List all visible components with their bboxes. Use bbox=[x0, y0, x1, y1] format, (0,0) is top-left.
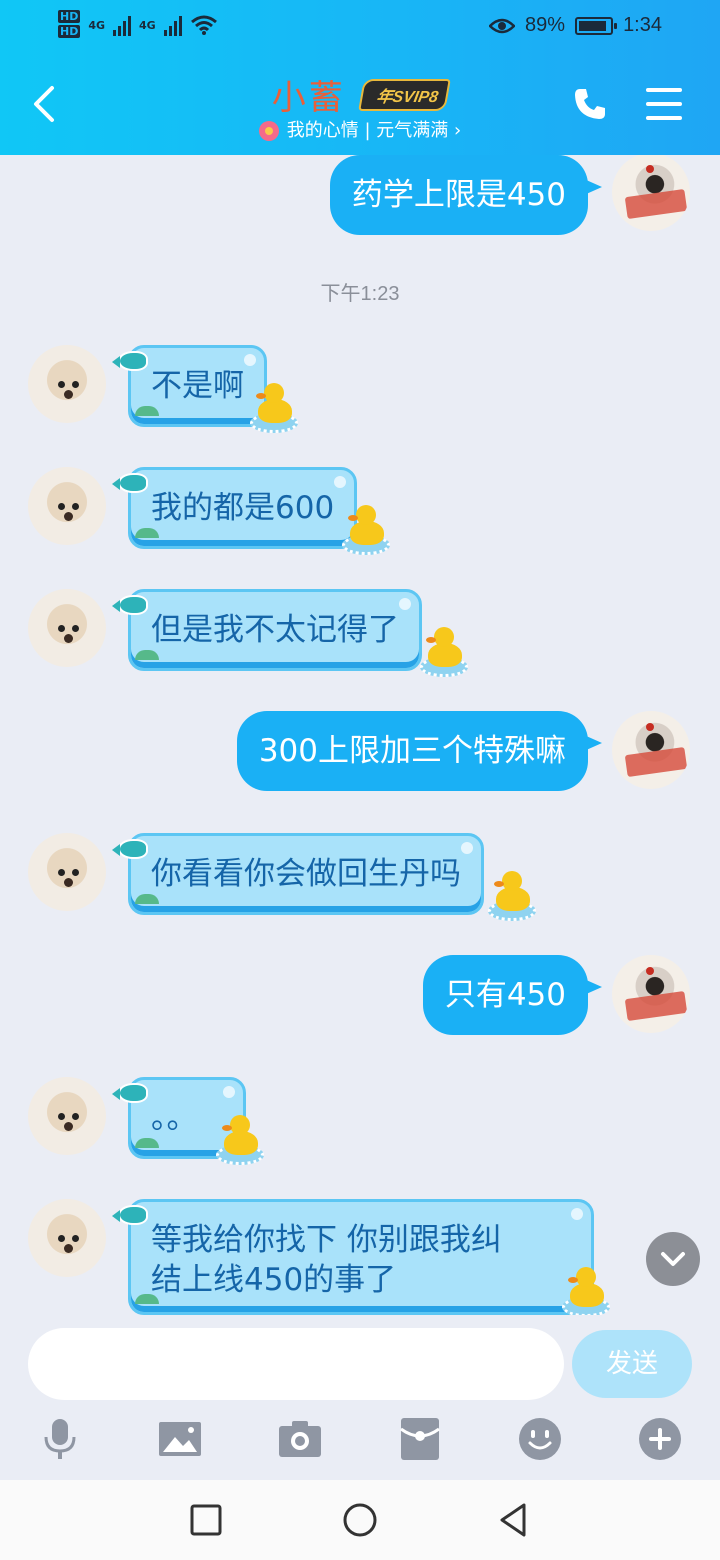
phone-icon[interactable] bbox=[572, 86, 608, 122]
my-avatar[interactable] bbox=[612, 155, 690, 231]
fish-icon bbox=[112, 1205, 148, 1225]
fish-icon bbox=[112, 1083, 148, 1103]
wifi-icon bbox=[190, 15, 217, 35]
wave-decoration bbox=[135, 894, 159, 904]
contact-avatar[interactable] bbox=[28, 833, 106, 911]
duck-icon bbox=[488, 871, 536, 921]
message-text: 但是我不太记得了 bbox=[151, 612, 399, 648]
bubble-decoration bbox=[244, 354, 256, 366]
contact-name: 小蓄 bbox=[271, 78, 346, 118]
composer-toolbar bbox=[0, 1417, 720, 1467]
chevron-down-icon bbox=[661, 1252, 685, 1266]
mood-icon bbox=[258, 121, 279, 141]
message-bubble-received[interactable]: 等我给你找下 你别跟我纠 结上线450的事了 bbox=[128, 1199, 594, 1315]
scroll-to-bottom-button[interactable] bbox=[646, 1232, 700, 1286]
hd-indicator: HD HD bbox=[58, 10, 81, 40]
recent-apps-icon[interactable] bbox=[186, 1500, 226, 1540]
image-icon[interactable] bbox=[158, 1417, 202, 1461]
network-type-1: 4G bbox=[88, 18, 106, 32]
message-bubble-received[interactable]: 但是我不太记得了 bbox=[128, 589, 422, 671]
camera-icon[interactable] bbox=[278, 1417, 322, 1461]
chat-title[interactable]: 小蓄 年SVIP8 bbox=[0, 70, 720, 119]
emoji-icon[interactable] bbox=[518, 1417, 562, 1461]
fish-icon bbox=[112, 839, 148, 859]
bubble-decoration bbox=[334, 476, 347, 488]
message-text-line-2: 结上线450的事了 bbox=[151, 1262, 397, 1298]
fish-icon bbox=[112, 595, 148, 615]
duck-icon bbox=[420, 627, 468, 677]
duck-icon bbox=[216, 1115, 264, 1165]
message-bubble-received[interactable]: 你看看你会做回生丹吗 bbox=[128, 833, 484, 915]
plus-icon[interactable] bbox=[638, 1417, 682, 1461]
contact-avatar[interactable] bbox=[28, 345, 106, 423]
bubble-decoration bbox=[461, 842, 473, 854]
contact-avatar[interactable] bbox=[28, 467, 106, 545]
contact-avatar[interactable] bbox=[28, 1199, 106, 1277]
message-bubble-sent[interactable]: 300上限加三个特殊嘛 bbox=[236, 711, 603, 791]
message-bubble-received[interactable]: 我的都是600 bbox=[128, 467, 358, 549]
clock: 1:34 bbox=[623, 14, 662, 36]
duck-icon bbox=[250, 383, 298, 433]
composer: 发送 bbox=[0, 1315, 720, 1480]
send-button[interactable]: 发送 bbox=[572, 1330, 692, 1398]
battery-icon bbox=[575, 16, 618, 35]
menu-icon[interactable] bbox=[646, 88, 682, 120]
battery-level bbox=[579, 20, 606, 31]
message-text: 我的都是600 bbox=[151, 490, 335, 526]
message-input[interactable] bbox=[28, 1328, 564, 1400]
bubble-decoration bbox=[223, 1086, 235, 1098]
signal-icon bbox=[163, 14, 182, 36]
svip-badge: 年SVIP8 bbox=[358, 78, 452, 111]
mic-icon[interactable] bbox=[38, 1417, 82, 1461]
bubble-decoration bbox=[571, 1208, 583, 1220]
message-text: 不是啊 bbox=[151, 368, 244, 404]
my-avatar[interactable] bbox=[612, 955, 690, 1033]
message-text: 你看看你会做回生丹吗 bbox=[151, 856, 461, 892]
wave-decoration bbox=[135, 1294, 159, 1304]
contact-avatar[interactable] bbox=[28, 1077, 106, 1155]
chat-header: HD HD 4G 4G 89% 1:34 小蓄 年SVIP8 我的心情 | 元气… bbox=[0, 0, 720, 155]
system-nav-bar bbox=[0, 1480, 720, 1560]
back-nav-icon[interactable] bbox=[494, 1500, 534, 1540]
bubble-decoration bbox=[399, 598, 411, 610]
red-packet-icon[interactable] bbox=[398, 1417, 442, 1461]
my-avatar[interactable] bbox=[612, 711, 690, 789]
message-bubble-sent[interactable]: 药学上限是450 bbox=[329, 155, 603, 235]
wave-decoration bbox=[135, 406, 159, 416]
wave-decoration bbox=[135, 650, 159, 660]
contact-avatar[interactable] bbox=[28, 589, 106, 667]
wave-decoration bbox=[135, 1138, 159, 1148]
battery-percent: 89% bbox=[525, 14, 566, 36]
mood-status[interactable]: 我的心情 | 元气满满 › bbox=[0, 116, 720, 142]
message-text: 。。 bbox=[151, 1100, 198, 1136]
hd-label-1: HD bbox=[58, 10, 81, 23]
wave-decoration bbox=[135, 528, 159, 538]
status-bar: HD HD 4G 4G 89% 1:34 bbox=[0, 10, 720, 46]
duck-icon bbox=[342, 505, 390, 555]
message-text-line-1: 等我给你找下 你别跟我纠 bbox=[151, 1222, 502, 1258]
message-bubble-sent[interactable]: 只有450 bbox=[422, 955, 603, 1035]
mood-text: 我的心情 | 元气满满 › bbox=[286, 120, 462, 141]
fish-icon bbox=[112, 351, 148, 371]
hd-label-2: HD bbox=[58, 25, 81, 38]
message-list[interactable]: 药学上限是450 下午1:23 不是啊 我的都是600 但是我不太记得了 300… bbox=[0, 155, 720, 1315]
signal-icon bbox=[113, 14, 132, 36]
home-icon[interactable] bbox=[340, 1500, 380, 1540]
message-bubble-received[interactable]: 不是啊 bbox=[128, 345, 267, 427]
timestamp: 下午1:23 bbox=[320, 283, 400, 305]
fish-icon bbox=[112, 473, 148, 493]
eye-care-icon bbox=[489, 18, 516, 33]
duck-icon bbox=[562, 1267, 610, 1315]
network-type-2: 4G bbox=[139, 18, 156, 32]
